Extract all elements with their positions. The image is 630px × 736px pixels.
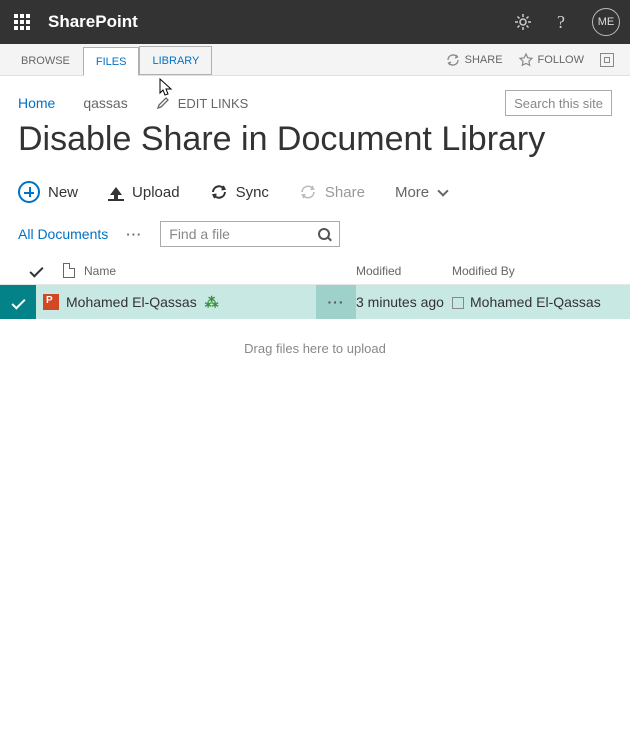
column-modified-by[interactable]: Modified By (452, 264, 612, 278)
site-search-placeholder: Search this site (514, 96, 603, 111)
more-label: More (395, 184, 429, 201)
share-label: Share (325, 184, 365, 201)
user-avatar[interactable]: ME (592, 8, 620, 36)
share-icon (299, 183, 317, 201)
tab-library[interactable]: LIBRARY (139, 46, 212, 75)
page-title: Disable Share in Document Library (0, 116, 630, 181)
powerpoint-icon (43, 294, 59, 310)
upload-icon (108, 183, 124, 201)
new-button[interactable]: New (18, 181, 78, 203)
focus-content-button[interactable] (592, 44, 622, 75)
column-modified[interactable]: Modified (356, 264, 452, 278)
focus-icon (600, 53, 614, 67)
nav-site[interactable]: qassas (83, 95, 127, 111)
upload-label: Upload (132, 184, 180, 201)
nav-home[interactable]: Home (18, 95, 55, 111)
edit-links-button[interactable]: EDIT LINKS (156, 96, 249, 111)
list-header: Name Modified Modified By (0, 257, 630, 285)
current-view[interactable]: All Documents (18, 226, 108, 242)
modified-cell: 3 minutes ago (356, 294, 452, 310)
tab-files[interactable]: FILES (83, 47, 140, 76)
select-all-toggle[interactable] (18, 267, 54, 274)
drop-hint: Drag files here to upload (0, 319, 630, 378)
ribbon-share-label: SHARE (465, 54, 503, 66)
chevron-down-icon (437, 185, 448, 196)
new-indicator-icon: ⁂ (205, 294, 219, 310)
ribbon-follow-label: FOLLOW (538, 54, 584, 66)
sync-icon (210, 183, 228, 201)
star-icon (519, 53, 533, 67)
upload-button[interactable]: Upload (108, 183, 180, 201)
row-select-toggle[interactable] (0, 285, 36, 319)
sync-button[interactable]: Sync (210, 183, 269, 201)
row-menu-button[interactable]: ··· (316, 285, 356, 319)
view-options-button[interactable]: ··· (126, 227, 142, 242)
doc-type-icon (63, 263, 75, 278)
sync-label: Sync (236, 184, 269, 201)
tab-browse[interactable]: BROWSE (8, 46, 83, 75)
app-launcher-icon[interactable] (14, 14, 30, 30)
pencil-icon (156, 96, 170, 110)
file-name-link[interactable]: Mohamed El-Qassas ⁂ (66, 294, 316, 311)
presence-icon (452, 297, 464, 309)
new-label: New (48, 184, 78, 201)
modified-by-cell: Mohamed El-Qassas (452, 294, 612, 310)
edit-links-label: EDIT LINKS (178, 96, 249, 111)
gear-icon[interactable] (514, 13, 532, 31)
svg-text:?: ? (557, 12, 565, 32)
table-row[interactable]: Mohamed El-Qassas ⁂ ··· 3 minutes ago Mo… (0, 285, 630, 319)
plus-circle-icon (18, 181, 40, 203)
share-cycle-icon (446, 53, 460, 67)
help-icon[interactable]: ? (554, 12, 570, 32)
find-file-placeholder: Find a file (169, 226, 230, 242)
file-name-text: Mohamed El-Qassas (66, 294, 197, 310)
column-name[interactable]: Name (84, 264, 316, 278)
share-button[interactable]: Share (299, 183, 365, 201)
site-search-input[interactable]: Search this site (505, 90, 612, 116)
column-type[interactable] (54, 263, 84, 278)
find-file-input[interactable]: Find a file (160, 221, 340, 247)
ribbon-share-button[interactable]: SHARE (438, 44, 511, 75)
suite-app-name: SharePoint (48, 12, 138, 32)
ribbon-follow-button[interactable]: FOLLOW (511, 44, 592, 75)
search-icon (318, 228, 331, 241)
ellipsis-icon: ··· (328, 294, 345, 310)
more-button[interactable]: More (395, 184, 447, 201)
